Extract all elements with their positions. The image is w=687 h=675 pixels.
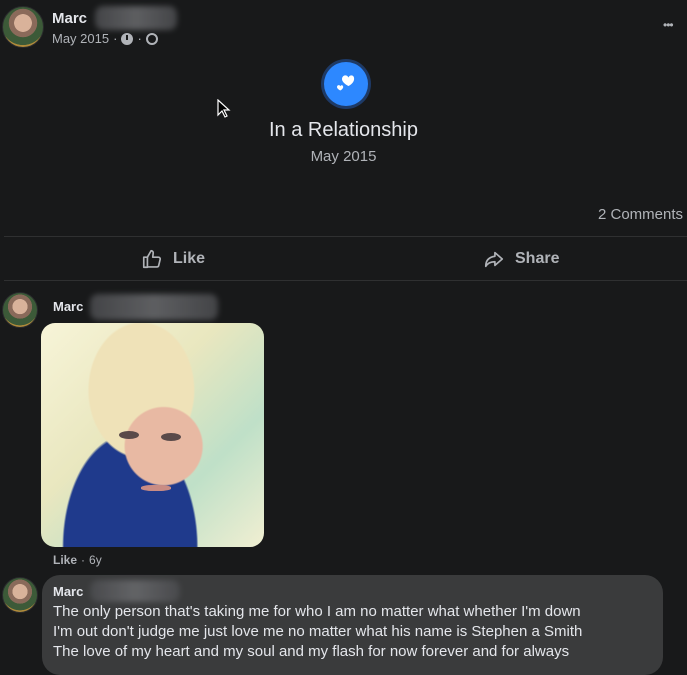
post-date[interactable]: May 2015 bbox=[52, 31, 109, 46]
like-button-label: Like bbox=[173, 250, 206, 267]
author-surname-redacted bbox=[95, 6, 177, 30]
comment1-surname-redacted bbox=[90, 294, 218, 320]
meta-separator-2: · bbox=[137, 31, 142, 46]
actions-bottom-divider bbox=[4, 280, 687, 281]
event-title: In a Relationship bbox=[269, 119, 418, 141]
comment1-like-link[interactable]: Like bbox=[53, 553, 77, 567]
mouse-cursor-icon bbox=[217, 99, 231, 118]
clock-icon bbox=[121, 32, 134, 45]
share-button-label: Share bbox=[515, 250, 560, 267]
relationship-heart-icon bbox=[324, 62, 368, 106]
like-button[interactable]: Like bbox=[141, 248, 205, 270]
actions-top-divider bbox=[4, 236, 687, 237]
author-avatar[interactable] bbox=[2, 6, 44, 48]
share-arrow-icon bbox=[484, 251, 504, 268]
comment1-actions: Like · 6y bbox=[53, 553, 102, 567]
post-meta: May 2015 · · bbox=[52, 31, 158, 46]
comments-count-link[interactable]: 2 Comments bbox=[598, 206, 683, 223]
comment1-sep: · bbox=[81, 553, 86, 567]
comment2-author[interactable]: Marc bbox=[53, 584, 83, 599]
comment2-surname-redacted bbox=[90, 580, 180, 602]
event-date: May 2015 bbox=[310, 148, 377, 165]
comment2-line-2: I'm out don't judge me just love me no m… bbox=[53, 623, 583, 640]
comment1-time[interactable]: 6y bbox=[89, 553, 102, 567]
thumbs-up-icon bbox=[142, 249, 162, 269]
meta-separator: · bbox=[113, 31, 118, 46]
comment1-avatar[interactable] bbox=[2, 292, 38, 328]
comment2-avatar[interactable] bbox=[2, 577, 38, 613]
share-button[interactable]: Share bbox=[483, 248, 559, 270]
comment2-text: The only person that's taking me for who… bbox=[53, 602, 582, 662]
comment1-author[interactable]: Marc bbox=[53, 299, 83, 314]
comment-photo[interactable] bbox=[41, 323, 264, 547]
author-name[interactable]: Marc bbox=[52, 10, 87, 27]
comment2-line-3: The love of my heart and my soul and my … bbox=[53, 643, 570, 660]
more-options-button[interactable]: ••• bbox=[663, 18, 674, 32]
comment2-line-1: The only person that's taking me for who… bbox=[53, 603, 581, 620]
globe-icon bbox=[145, 32, 158, 45]
